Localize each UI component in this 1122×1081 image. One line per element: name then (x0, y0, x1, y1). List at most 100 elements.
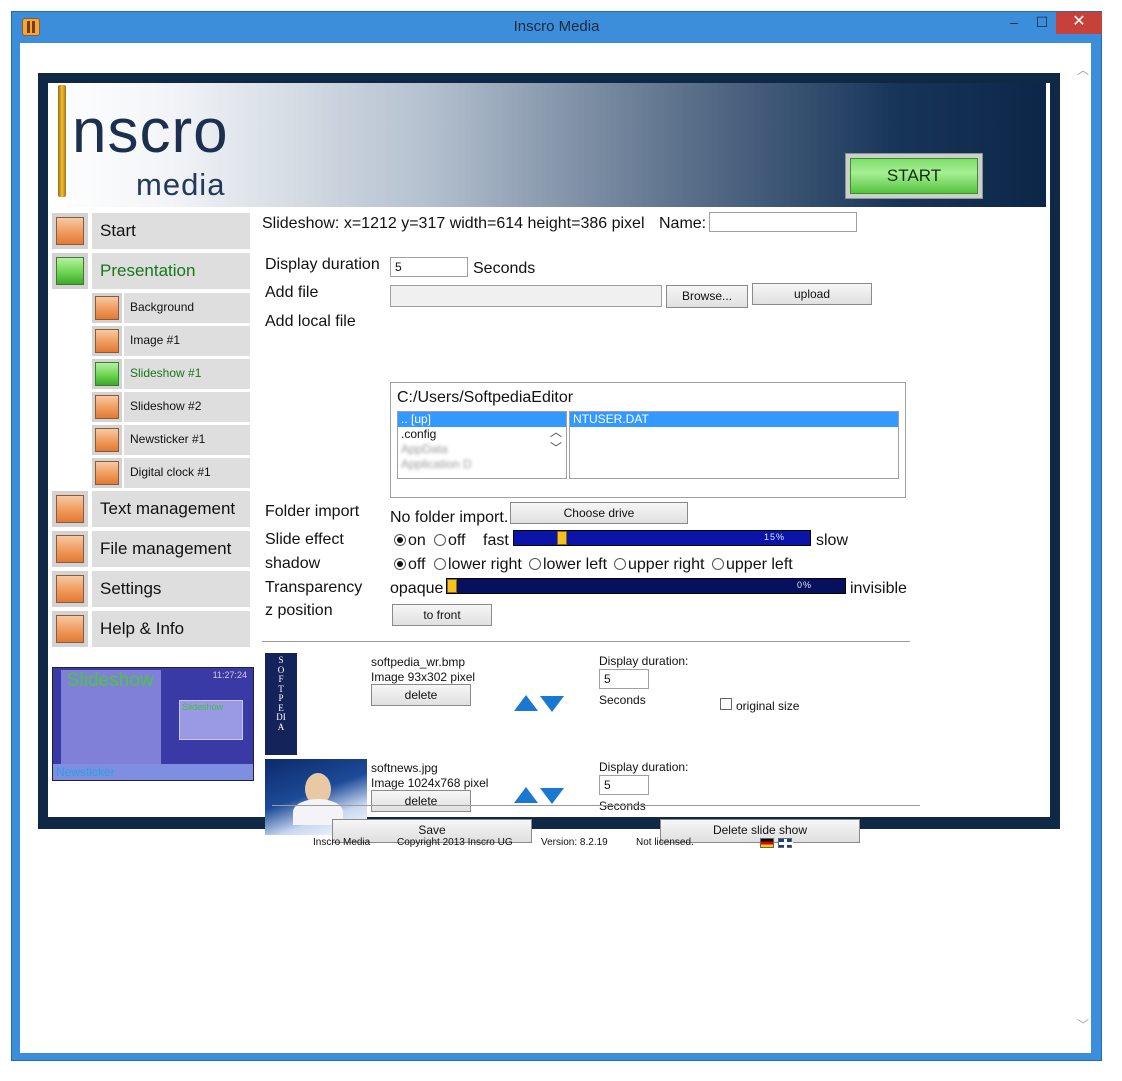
move-down-icon[interactable] (540, 788, 564, 804)
footer-copyright: Copyright 2013 Inscro UG (397, 837, 513, 848)
image-filename: softnews.jpg (371, 761, 438, 775)
radio-icon[interactable] (712, 558, 724, 570)
shadow-upper-right-option[interactable]: upper right (614, 556, 705, 574)
preview-slideshow-2: Slideshow (179, 700, 243, 740)
add-file-label: Add file (265, 284, 319, 301)
folder-item[interactable]: .config (398, 427, 566, 442)
scroll-down-icon[interactable]: ﹀ (1077, 1016, 1089, 1033)
slider-thumb[interactable] (447, 579, 457, 593)
nav-item-help-info[interactable]: Help & Info (92, 611, 250, 647)
file-list[interactable]: NTUSER.DAT (569, 411, 899, 479)
move-up-icon[interactable] (514, 695, 538, 711)
start-button[interactable]: START (845, 153, 983, 199)
image-duration-input[interactable] (599, 669, 649, 689)
window-title: Inscro Media (513, 18, 600, 35)
slide-effect-on[interactable]: on (394, 532, 426, 550)
maximize-button[interactable]: ☐ (1028, 12, 1056, 34)
english-flag-icon[interactable] (778, 838, 793, 849)
slide-effect-off[interactable]: off (434, 532, 466, 550)
chevron-up-icon[interactable]: ︿ (546, 424, 566, 440)
display-duration-label: Display duration (265, 256, 380, 273)
chevron-down-icon[interactable]: ﹀ (546, 440, 566, 456)
shadow-upper-left-option[interactable]: upper left (712, 556, 793, 574)
folder-item[interactable]: .. [up] (398, 412, 566, 427)
to-front-button[interactable]: to front (392, 604, 492, 626)
name-label: Name: (659, 215, 707, 232)
nav-sub-slideshow-2[interactable]: Slideshow #2 (124, 392, 250, 422)
preview-title: Slideshow (67, 670, 154, 691)
image-info: Image 93x302 pixel (371, 670, 476, 684)
minimize-button[interactable]: – (1000, 12, 1028, 34)
image-duration-input[interactable] (599, 775, 649, 795)
image-status-icon (92, 326, 122, 356)
transparency-percent: 0% (797, 580, 813, 590)
nav-item-start[interactable]: Start (92, 213, 250, 249)
add-local-file-label: Add local file (265, 313, 356, 330)
logo-i-icon (58, 85, 66, 197)
nav-sub-newsticker-1[interactable]: Newsticker #1 (124, 425, 250, 455)
settings-status-icon (52, 571, 88, 607)
radio-icon[interactable] (529, 558, 541, 570)
title-bar[interactable]: Inscro Media – ☐ ✕ (12, 12, 1102, 42)
transparency-label: Transparency (265, 579, 363, 596)
folder-item[interactable]: AppData (398, 442, 566, 457)
choose-drive-button[interactable]: Choose drive (510, 502, 688, 524)
slideshow-settings-panel: Slideshow: x=1212 y=317 width=614 height… (262, 207, 912, 835)
nav-sub-image-1[interactable]: Image #1 (124, 326, 250, 356)
file-item[interactable]: NTUSER.DAT (570, 412, 898, 427)
delete-image-button[interactable]: delete (371, 684, 471, 706)
name-input[interactable] (709, 212, 857, 232)
upload-button[interactable]: upload (752, 283, 872, 305)
invisible-label: invisible (850, 580, 907, 597)
move-up-icon[interactable] (514, 787, 538, 803)
move-down-icon[interactable] (540, 696, 564, 712)
radio-icon[interactable] (434, 534, 446, 546)
radio-icon[interactable] (394, 534, 406, 546)
original-size-checkbox[interactable] (720, 698, 732, 710)
nav-item-text-management[interactable]: Text management (92, 491, 250, 527)
banner: nscro media START (52, 83, 1046, 207)
folder-list[interactable]: .. [up] .config AppData Application D ︿ ﹀ (397, 411, 567, 479)
start-status-icon (52, 213, 88, 249)
radio-icon[interactable] (394, 558, 406, 570)
image-seconds-label: Seconds (599, 799, 646, 813)
shadow-lower-left-option[interactable]: lower left (529, 556, 607, 574)
nav-item-settings[interactable]: Settings (92, 571, 250, 607)
radio-icon[interactable] (614, 558, 626, 570)
radio-icon[interactable] (434, 558, 446, 570)
folder-item[interactable]: Application D (398, 457, 566, 472)
slider-thumb[interactable] (557, 531, 567, 545)
shadow-off-option[interactable]: off (394, 556, 426, 574)
display-duration-input[interactable] (390, 257, 468, 277)
nav-sub-digital-clock-1[interactable]: Digital clock #1 (124, 458, 250, 488)
slideshow-geometry: Slideshow: x=1212 y=317 width=614 height… (262, 215, 645, 232)
slide-effect-label: Slide effect (265, 531, 344, 548)
original-size-label: original size (736, 699, 800, 713)
browse-button[interactable]: Browse... (666, 285, 748, 308)
vertical-scrollbar[interactable]: ︿ ﹀ (1074, 43, 1091, 1053)
nav-sub-background[interactable]: Background (124, 293, 250, 323)
divider (262, 641, 910, 642)
shadow-lower-right-option[interactable]: lower right (434, 556, 522, 574)
german-flag-icon[interactable] (760, 838, 774, 848)
transparency-slider[interactable]: 0% (446, 578, 846, 594)
footer-version: Version: 8.2.19 (541, 837, 608, 848)
add-file-path-input[interactable] (390, 285, 662, 307)
footer-license: Not licensed. (636, 837, 694, 848)
text-management-status-icon (52, 491, 88, 527)
folder-list-scroll[interactable]: ︿ ﹀ (546, 424, 566, 456)
layout-preview[interactable]: Slideshow 11:27:24 Slideshow Newsticker (52, 667, 254, 781)
delete-image-button[interactable]: delete (371, 790, 471, 812)
slideshow-1-status-icon (92, 359, 122, 389)
nav-item-presentation[interactable]: Presentation (92, 253, 250, 289)
scroll-up-icon[interactable]: ︿ (1077, 61, 1089, 78)
background-status-icon (92, 293, 122, 323)
local-path: C:/Users/SoftpediaEditor (397, 389, 574, 406)
nav-sub-slideshow-1[interactable]: Slideshow #1 (124, 359, 250, 389)
close-button[interactable]: ✕ (1056, 12, 1102, 34)
slide-speed-slider[interactable]: 15% (513, 530, 811, 546)
slideshow-2-status-icon (92, 392, 122, 422)
nav-item-file-management[interactable]: File management (92, 531, 250, 567)
opaque-label: opaque (390, 580, 444, 597)
image-thumbnail[interactable]: SOFTPEDIA (265, 653, 297, 755)
